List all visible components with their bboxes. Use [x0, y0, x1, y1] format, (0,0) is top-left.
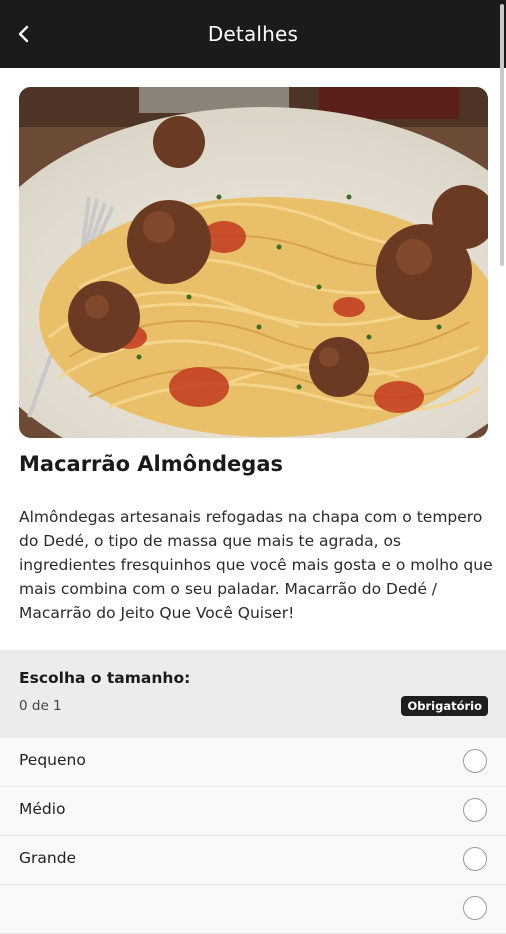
radio-button[interactable] [463, 798, 487, 822]
option-label: Grande [19, 849, 77, 867]
radio-button[interactable] [463, 749, 487, 773]
product-name: Macarrão Almôndegas [19, 452, 283, 476]
size-section-header: Escolha o tamanho: 0 de 1 Obrigatório [0, 650, 506, 738]
required-badge: Obrigatório [401, 696, 488, 716]
product-photo [19, 87, 488, 438]
selection-count: 0 de 1 [19, 698, 62, 714]
size-option-partial[interactable] [0, 885, 506, 934]
radio-button[interactable] [463, 847, 487, 871]
size-option-grande[interactable]: Grande [0, 836, 506, 885]
back-button[interactable] [10, 20, 38, 48]
size-section-title: Escolha o tamanho: [19, 669, 191, 687]
chevron-left-icon [18, 25, 29, 43]
app-bar: Detalhes [0, 0, 506, 68]
page-title: Detalhes [207, 22, 299, 46]
product-description: Almôndegas artesanais refogadas na chapa… [19, 508, 493, 622]
option-label: Médio [19, 800, 66, 818]
size-option-pequeno[interactable]: Pequeno [0, 738, 506, 787]
size-options-list: Pequeno Médio Grande [0, 738, 506, 934]
option-label: Pequeno [19, 751, 86, 769]
scrollbar[interactable] [500, 4, 504, 266]
size-option-medio[interactable]: Médio [0, 787, 506, 836]
